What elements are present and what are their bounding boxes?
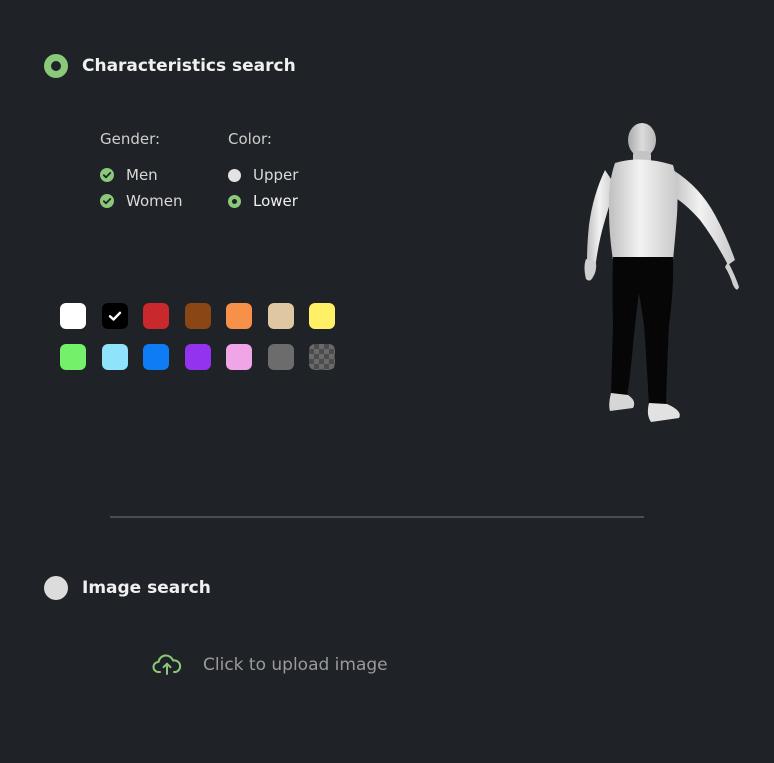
color-swatch-black[interactable] [101,303,128,329]
color-swatch-pattern[interactable] [309,344,335,370]
gender-title: Gender: [100,130,161,148]
radio-unselected-icon [228,168,241,182]
color-swatch-pink[interactable] [226,344,252,370]
gender-option-men[interactable]: Men [100,162,182,188]
gender-option-label: Women [126,192,183,210]
color-swatch-orange[interactable] [226,303,252,329]
radio-selected-icon [44,54,68,78]
color-option-label: Lower [253,192,298,210]
check-circle-icon [100,194,114,208]
color-swatch-beige[interactable] [267,303,294,329]
gender-option-women[interactable]: Women [100,188,182,214]
upload-image-button[interactable]: Click to upload image [152,653,388,677]
color-group: Color: Upper Lower [228,130,298,214]
human-model-figure [584,123,739,422]
color-swatch-grid [60,303,335,370]
upload-label: Click to upload image [203,655,388,675]
check-icon [108,311,121,321]
color-swatch-white[interactable] [60,303,86,329]
color-swatch-brown[interactable] [184,303,211,329]
radio-selected-icon [228,194,241,208]
color-title: Color: [228,130,272,148]
color-swatch-yellow[interactable] [309,303,335,329]
characteristics-search-label: Characteristics search [82,56,296,76]
color-option-lower[interactable]: Lower [228,188,298,214]
color-swatch-red[interactable] [143,303,169,329]
check-circle-icon [100,168,114,182]
color-swatch-blue[interactable] [143,344,169,370]
color-swatch-gray[interactable] [267,344,294,370]
cloud-upload-icon [152,654,182,675]
color-swatch-green[interactable] [60,344,86,370]
radio-unselected-icon [44,576,68,600]
gender-group: Gender: Men Women [100,130,182,214]
section-divider [110,516,644,518]
color-option-upper[interactable]: Upper [228,162,298,188]
characteristics-search-radio[interactable]: Characteristics search [44,54,296,78]
color-swatch-light-blue[interactable] [101,344,128,370]
image-search-label: Image search [82,578,211,598]
gender-option-label: Men [126,166,158,184]
image-search-radio[interactable]: Image search [44,576,211,600]
color-option-label: Upper [253,166,299,184]
color-swatch-purple[interactable] [184,344,211,370]
